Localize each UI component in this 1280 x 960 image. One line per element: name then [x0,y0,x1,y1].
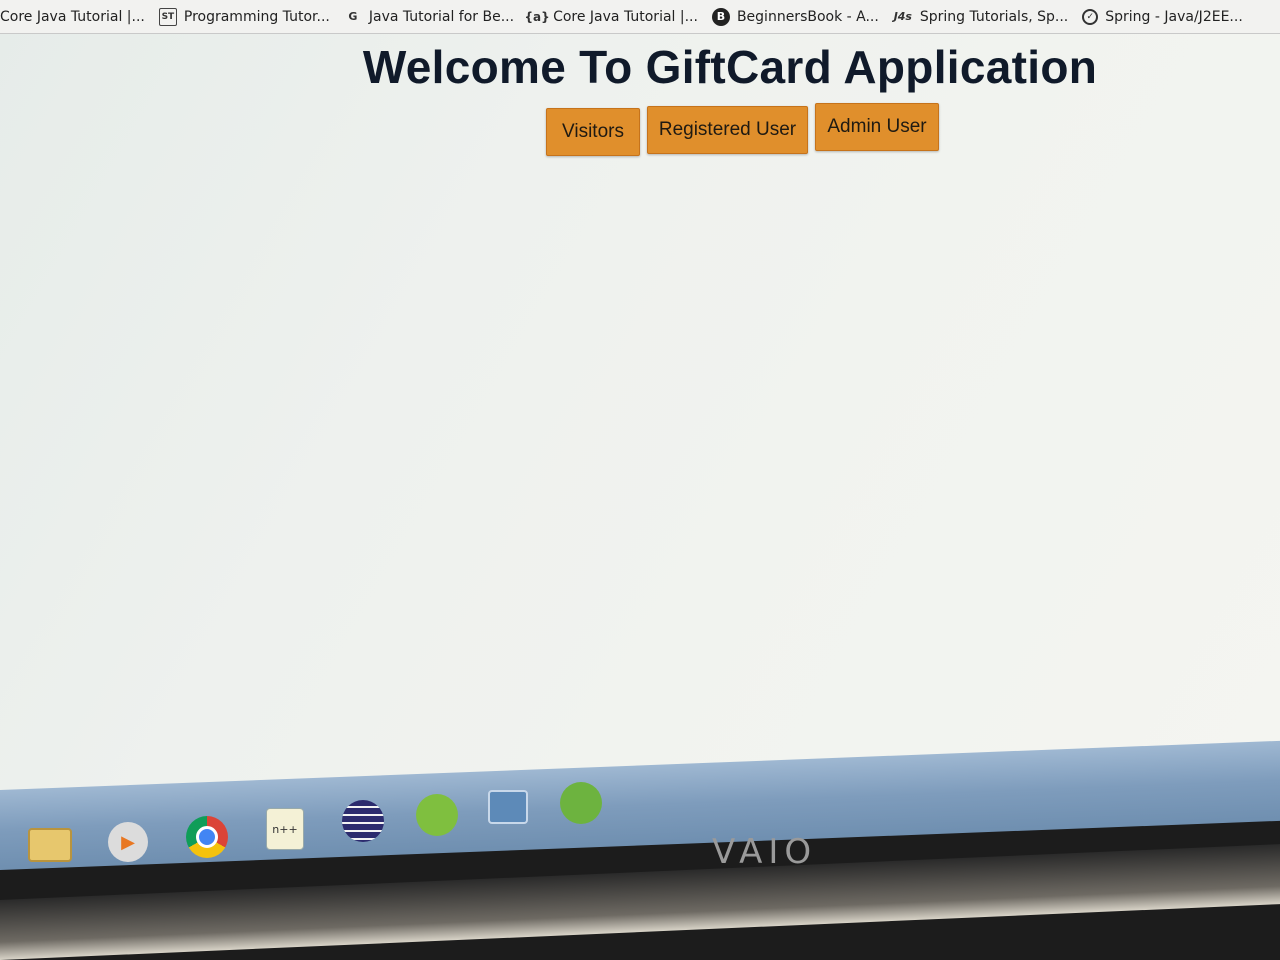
bookmark-6[interactable]: J4s Spring Tutorials, Sp... [893,0,1069,33]
bracket-logo-icon: {a} [524,9,550,24]
spring-tool-icon[interactable] [416,794,458,836]
g-logo-icon: G [348,10,358,23]
bookmark-4[interactable]: {a} Core Java Tutorial |... [524,0,698,33]
bookmark-7[interactable]: ✓ Spring - Java/J2EE... [1082,0,1243,33]
bookmark-label: Core Java Tutorial |... [0,8,145,25]
bookmark-2[interactable]: ST Programming Tutor... [158,0,330,33]
visitors-button[interactable]: Visitors [546,108,640,156]
bookmark-label: BeginnersBook - A... [736,8,879,25]
eclipse-icon[interactable] [342,800,384,842]
chrome-icon[interactable] [186,816,228,858]
spring-leaf-icon[interactable] [560,782,602,824]
spring-leaf-icon: ✓ [1082,8,1099,25]
bookmark-label: Programming Tutor... [183,8,330,25]
bookmark-label: Spring Tutorials, Sp... [919,8,1069,25]
notepad-icon[interactable]: n++ [266,808,304,850]
bookmark-5[interactable]: B BeginnersBook - A... [711,0,879,33]
window-icon[interactable] [488,790,528,824]
b-circle-icon: B [711,7,730,26]
bookmark-label: Java Tutorial for Be... [368,8,515,25]
folder-icon[interactable] [28,828,72,862]
j4s-icon: J4s [893,10,912,23]
admin-user-button[interactable]: Admin User [815,103,939,151]
monitor-screen: Core Java Tutorial |... ST Programming T… [0,0,1280,800]
bookmark-1[interactable]: Core Java Tutorial |... [0,0,145,33]
page-title: Welcome To GiftCard Application [362,41,1098,93]
bookmarks-bar: Core Java Tutorial |... ST Programming T… [0,0,1280,34]
bookmark-3[interactable]: G Java Tutorial for Be... [344,0,514,33]
bookmark-label: Core Java Tutorial |... [553,8,698,25]
bookmark-label: Spring - Java/J2EE... [1105,8,1243,25]
tutorial-book-icon: ST [158,7,177,26]
role-button-group: Visitors Registered User Admin User [546,103,939,156]
media-player-icon[interactable] [108,822,148,862]
registered-user-button[interactable]: Registered User [647,106,808,154]
